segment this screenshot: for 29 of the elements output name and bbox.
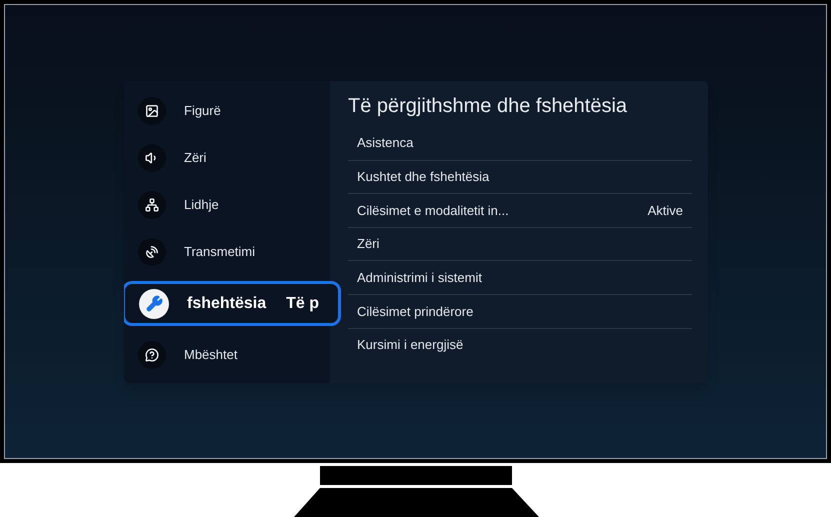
settings-row[interactable]: Cilësimet e modalitetit in... Aktive xyxy=(348,193,692,227)
sidebar-item[interactable]: Transmetimi xyxy=(138,234,330,270)
picture-icon xyxy=(138,97,166,125)
row-label: Kursimi i energjisë xyxy=(357,336,464,354)
row-label: Kushtet dhe fshehtësia xyxy=(357,168,490,186)
wrench-icon xyxy=(139,288,169,318)
panel-title: Të përgjithshme dhe fshehtësia xyxy=(348,94,628,119)
satellite-dish-icon xyxy=(138,238,166,266)
row-value: Aktive xyxy=(648,202,683,220)
sidebar-item[interactable]: Zëri xyxy=(138,140,330,176)
settings-row[interactable]: Kushtet dhe fshehtësia xyxy=(348,160,692,194)
question-bubble-icon xyxy=(138,341,166,369)
row-label: Cilësimet prindërore xyxy=(357,302,474,321)
row-label: Cilësimet e modalitetit in... xyxy=(357,202,509,220)
row-label: Asistenca xyxy=(357,134,414,152)
network-icon xyxy=(138,191,166,219)
speaker-icon xyxy=(138,144,166,172)
settings-row[interactable]: Cilësimet prindërore xyxy=(348,294,692,328)
sidebar-item[interactable]: Mbështet xyxy=(138,337,330,373)
settings-row[interactable]: Zëri xyxy=(348,226,692,260)
sidebar-item[interactable]: fshehtësia Të p xyxy=(124,281,341,326)
sidebar-item[interactable]: Figurë xyxy=(138,93,330,129)
row-label: Administrimi i sistemit xyxy=(357,268,482,287)
marquee-text: Të p xyxy=(285,294,320,314)
sidebar-item[interactable]: Lidhje xyxy=(138,187,330,223)
row-label: Zëri xyxy=(357,235,380,254)
settings-row[interactable]: Asistenca xyxy=(348,126,692,160)
settings-row[interactable]: Administrimi i sistemit xyxy=(348,260,692,294)
settings-row[interactable]: Kursimi i energjisë xyxy=(348,328,692,362)
